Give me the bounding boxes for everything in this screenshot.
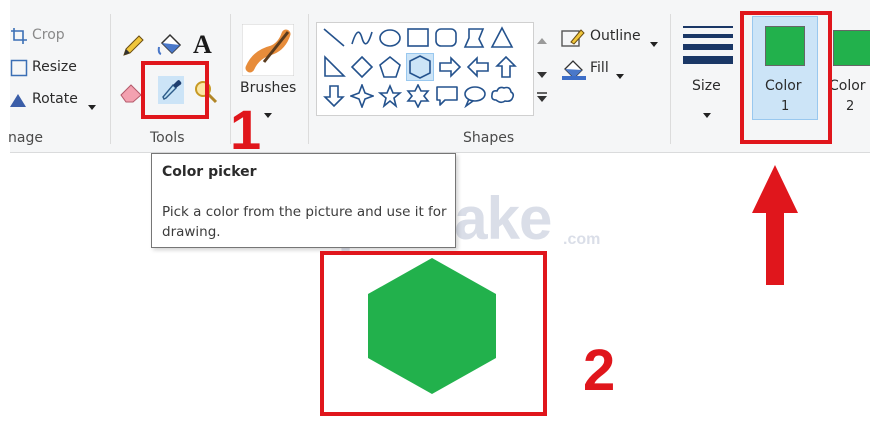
- up-arrow-shape-icon[interactable]: [494, 55, 518, 79]
- color-picker-tooltip: Color picker Pick a color from the pictu…: [151, 153, 456, 248]
- image-group-label: nage: [8, 130, 43, 146]
- size-label[interactable]: Size: [692, 78, 721, 94]
- brushes-icon[interactable]: [241, 23, 295, 80]
- gallery-expand-icon[interactable]: [537, 88, 547, 107]
- oval-shape-icon[interactable]: [378, 26, 402, 50]
- resize-button[interactable]: Resize: [32, 59, 77, 75]
- diamond-shape-icon[interactable]: [350, 55, 374, 79]
- oval-callout-shape-icon[interactable]: [462, 84, 486, 109]
- polygon-shape-icon[interactable]: [462, 26, 486, 50]
- outline-icon: [561, 27, 585, 53]
- pentagon-shape-icon[interactable]: [378, 55, 402, 79]
- watermark-suffix: .com: [563, 231, 601, 248]
- four-point-star-shape-icon[interactable]: [348, 82, 376, 110]
- fill-button[interactable]: Fill: [590, 60, 609, 76]
- separator: [670, 14, 671, 144]
- color2-swatch[interactable]: [833, 30, 870, 66]
- annotation-number-1: 1: [230, 98, 262, 161]
- gallery-scroll-down-icon[interactable]: [537, 64, 547, 83]
- tooltip-body: Pick a color from the picture and use it…: [162, 204, 447, 240]
- color2-label[interactable]: Color: [829, 78, 866, 94]
- tools-group-label: Tools: [150, 130, 185, 146]
- fill-bucket-icon[interactable]: [156, 33, 184, 63]
- rounded-callout-shape-icon[interactable]: [434, 84, 458, 108]
- down-arrow-shape-icon[interactable]: [322, 84, 346, 108]
- hexagon-shape-icon[interactable]: [406, 53, 434, 81]
- separator: [110, 14, 111, 144]
- resize-icon: [10, 59, 28, 81]
- size-icon[interactable]: [683, 26, 733, 68]
- line-shape-icon[interactable]: [322, 26, 346, 50]
- pencil-icon[interactable]: [120, 33, 146, 63]
- separator: [308, 14, 309, 144]
- color1-highlight-box: [740, 11, 832, 144]
- triangle-shape-icon[interactable]: [490, 26, 514, 50]
- brushes-dropdown-arrow-icon[interactable]: [264, 104, 272, 123]
- cloud-callout-shape-icon[interactable]: [490, 84, 515, 108]
- rotate-dropdown-arrow-icon[interactable]: [88, 96, 96, 115]
- outline-dropdown-arrow-icon[interactable]: [650, 33, 658, 52]
- rectangle-shape-icon[interactable]: [406, 26, 430, 50]
- six-point-star-shape-icon[interactable]: [406, 83, 430, 109]
- crop-icon: [10, 27, 28, 49]
- curve-shape-icon[interactable]: [350, 26, 374, 50]
- text-icon[interactable]: A: [193, 32, 212, 58]
- shapes-group-label: Shapes: [463, 130, 515, 146]
- brushes-label[interactable]: Brushes: [240, 80, 296, 96]
- fill-dropdown-arrow-icon[interactable]: [616, 65, 624, 84]
- left-arrow-shape-icon[interactable]: [466, 55, 490, 79]
- right-arrow-shape-icon[interactable]: [438, 55, 462, 79]
- red-up-arrow-icon: [750, 165, 800, 291]
- crop-button[interactable]: Crop: [32, 27, 65, 43]
- rounded-rectangle-shape-icon[interactable]: [434, 26, 458, 50]
- rotate-icon: [8, 91, 28, 113]
- tooltip-title: Color picker: [162, 164, 257, 180]
- hexagon-highlight-box: [320, 251, 547, 416]
- size-dropdown-arrow-icon[interactable]: [703, 104, 711, 123]
- gallery-scroll-up-icon[interactable]: [537, 30, 547, 49]
- fill-icon: [561, 57, 587, 85]
- color-picker-highlight-box: [141, 61, 209, 119]
- five-point-star-shape-icon[interactable]: [377, 83, 403, 109]
- right-triangle-shape-icon[interactable]: [322, 55, 346, 79]
- annotation-number-2: 2: [583, 338, 616, 403]
- outline-button[interactable]: Outline: [590, 28, 641, 44]
- color2-number: 2: [846, 99, 855, 114]
- rotate-button[interactable]: Rotate: [32, 91, 78, 107]
